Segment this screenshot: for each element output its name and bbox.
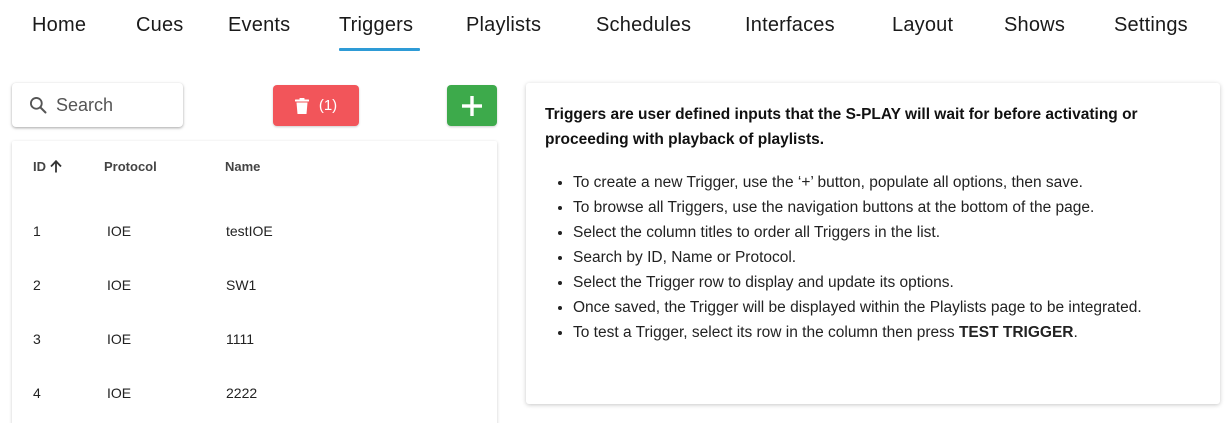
search-input[interactable] — [56, 94, 176, 116]
nav-item-settings[interactable]: Settings — [1114, 14, 1188, 37]
column-header-id[interactable]: ID — [33, 159, 62, 174]
cell-id: 1 — [33, 223, 41, 239]
help-bullet: Select the Trigger row to display and up… — [573, 270, 1200, 295]
table-row[interactable]: 2 IOE SW1 — [12, 258, 497, 312]
arrow-up-icon — [50, 159, 62, 173]
help-list: To create a new Trigger, use the ‘+’ but… — [545, 170, 1200, 345]
column-header-name[interactable]: Name — [225, 159, 260, 174]
active-tab-indicator — [339, 48, 420, 51]
column-header-id-label: ID — [33, 159, 46, 174]
delete-count: (1) — [318, 97, 338, 114]
add-trigger-button[interactable] — [447, 85, 497, 126]
help-panel: Triggers are user defined inputs that th… — [526, 83, 1220, 404]
top-nav: Home Cues Events Triggers Playlists Sche… — [0, 0, 1230, 60]
search-box[interactable] — [12, 83, 183, 127]
cell-id: 3 — [33, 331, 41, 347]
help-bullet: To test a Trigger, select its row in the… — [573, 320, 1200, 345]
cell-name: 1111 — [226, 331, 255, 347]
help-bullet: Select the column titles to order all Tr… — [573, 220, 1200, 245]
search-icon — [30, 97, 47, 114]
triggers-table: ID Protocol Name 1 IOE testIOE 2 IOE SW1… — [12, 141, 497, 423]
nav-item-cues[interactable]: Cues — [136, 14, 184, 37]
delete-button[interactable]: (1) — [273, 85, 359, 126]
cell-protocol: IOE — [107, 223, 132, 239]
trash-icon — [294, 97, 309, 114]
help-bullet: Search by ID, Name or Protocol. — [573, 245, 1200, 270]
nav-item-schedules[interactable]: Schedules — [596, 14, 691, 37]
test-trigger-label: TEST TRIGGER — [958, 324, 1074, 341]
cell-name: testIOE — [226, 223, 273, 239]
help-bullet: Once saved, the Trigger will be displaye… — [573, 295, 1200, 320]
plus-icon — [462, 95, 482, 116]
table-row[interactable]: 4 IOE 2222 — [12, 366, 497, 420]
nav-item-interfaces[interactable]: Interfaces — [745, 14, 835, 37]
cell-name: 2222 — [226, 385, 258, 401]
column-header-protocol[interactable]: Protocol — [104, 159, 157, 174]
nav-item-home[interactable]: Home — [32, 14, 86, 37]
help-bullet: To browse all Triggers, use the navigati… — [573, 195, 1200, 220]
nav-item-playlists[interactable]: Playlists — [466, 14, 541, 37]
nav-item-layout[interactable]: Layout — [892, 14, 953, 37]
help-heading: Triggers are user defined inputs that th… — [545, 106, 1138, 148]
cell-id: 4 — [33, 385, 41, 401]
nav-item-triggers[interactable]: Triggers — [339, 14, 413, 37]
nav-item-events[interactable]: Events — [228, 14, 290, 37]
help-bullet-text: . — [1073, 324, 1078, 341]
table-row[interactable]: 3 IOE 1111 — [12, 312, 497, 366]
cell-name: SW1 — [226, 277, 257, 293]
cell-protocol: IOE — [107, 331, 132, 347]
nav-item-shows[interactable]: Shows — [1004, 14, 1065, 37]
cell-protocol: IOE — [107, 385, 132, 401]
help-bullet-text: To test a Trigger, select its row in the… — [573, 324, 959, 341]
cell-id: 2 — [33, 277, 41, 293]
help-bullet: To create a new Trigger, use the ‘+’ but… — [573, 170, 1200, 195]
cell-protocol: IOE — [107, 277, 132, 293]
table-row[interactable]: 1 IOE testIOE — [12, 204, 497, 258]
